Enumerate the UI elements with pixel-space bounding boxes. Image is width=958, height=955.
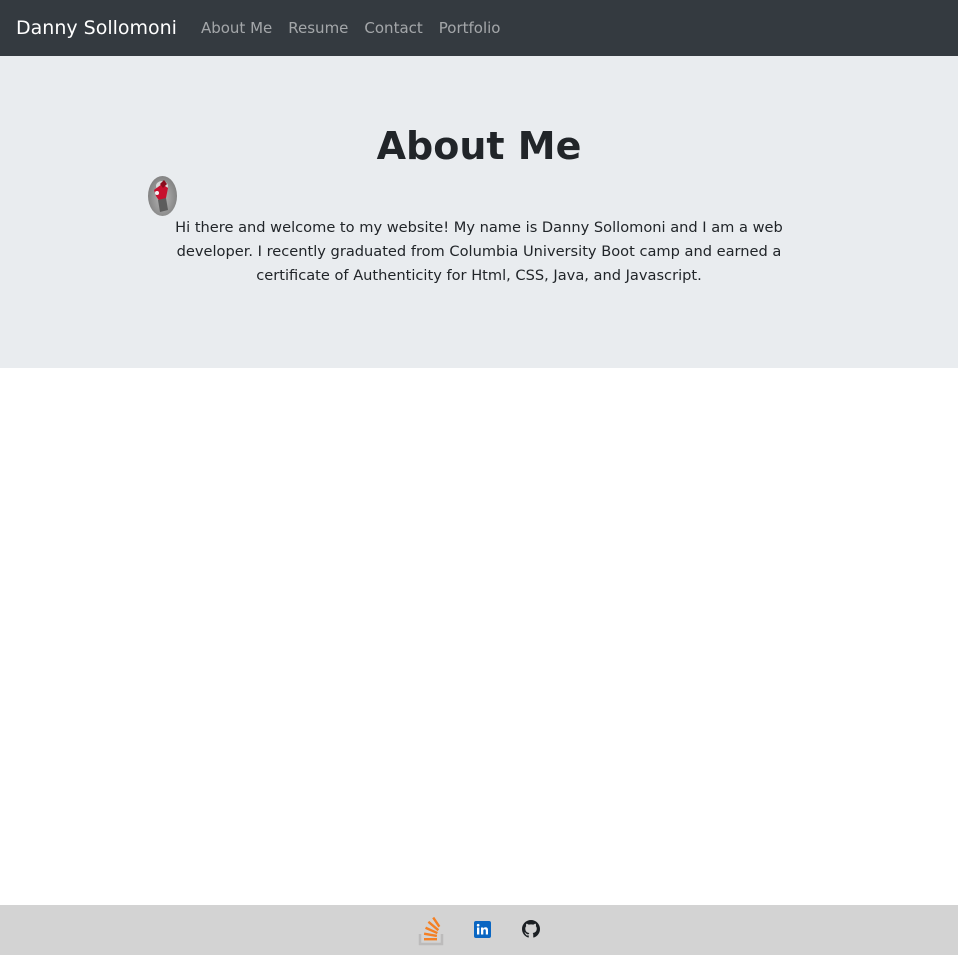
footer [0,905,958,955]
linkedin-icon [474,921,491,938]
page-title: About Me [376,124,582,168]
github-icon [522,920,540,938]
brand-link[interactable]: Danny Sollomoni [16,17,177,39]
stack-overflow-link[interactable] [418,916,444,946]
navbar: Danny Sollomoni About Me Resume Contact … [0,0,958,56]
intro-text: Hi there and welcome to my website! My n… [175,219,783,284]
nav-link-resume[interactable]: Resume [288,19,348,37]
nav-link-about-me[interactable]: About Me [201,19,272,37]
nav-link-portfolio[interactable]: Portfolio [439,19,501,37]
nav-link-contact[interactable]: Contact [364,19,422,37]
github-link[interactable] [522,920,540,938]
avatar [148,176,177,216]
about-section: About Me Hi there and welcome to my webs… [0,56,958,368]
profile-photo [154,180,168,212]
linkedin-link[interactable] [474,921,491,938]
stack-overflow-icon [418,916,444,946]
